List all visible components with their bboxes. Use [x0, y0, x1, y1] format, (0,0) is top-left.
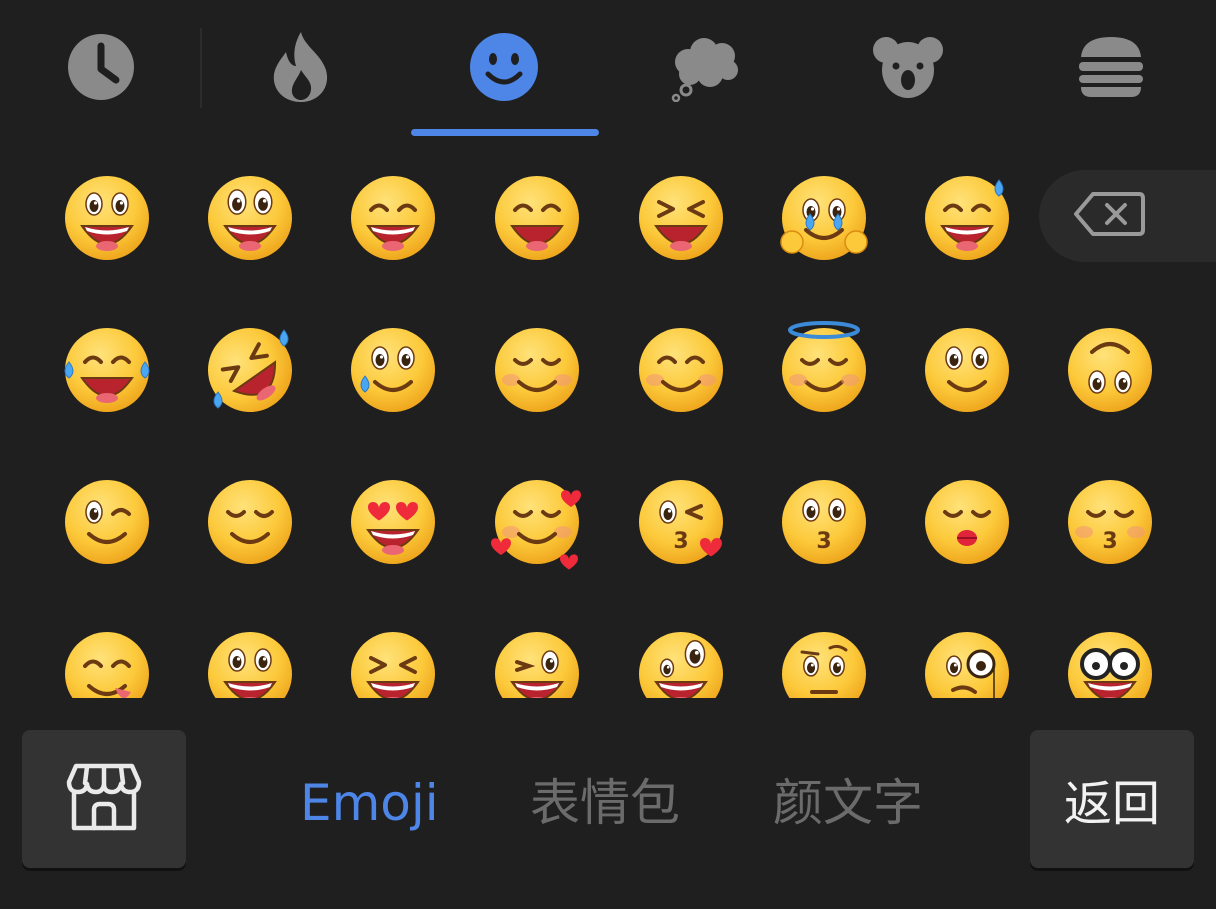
fire-icon[interactable] [264, 30, 338, 104]
emoji-squinting-tongue[interactable] [343, 624, 443, 698]
back-button[interactable]: 返回 [1030, 730, 1194, 868]
category-divider [200, 28, 202, 108]
emoji-smiling-tear[interactable] [343, 320, 443, 420]
store-icon [66, 762, 142, 836]
emoji-laughing-squint[interactable] [631, 168, 731, 268]
svg-text:3: 3 [673, 529, 688, 554]
emoji-smiling-hearts[interactable] [487, 472, 587, 572]
emoji-kissing[interactable]: 3 [774, 472, 874, 572]
koala-icon[interactable] [871, 30, 945, 104]
emoji-relieved[interactable] [200, 472, 300, 572]
tab-emoji[interactable]: Emoji [300, 768, 439, 838]
emoji-zany[interactable] [631, 624, 731, 698]
emoji-kissing-heart[interactable]: 3 [631, 472, 731, 572]
emoji-grid: 3 3 3 [0, 150, 1216, 698]
burger-icon[interactable] [1074, 30, 1148, 104]
emoji-smiling-eyes[interactable] [631, 320, 731, 420]
emoji-grinning-smiling-eyes[interactable] [487, 168, 587, 268]
emoji-upside-down[interactable] [1060, 320, 1160, 420]
emoji-slightly-smiling[interactable] [917, 320, 1017, 420]
tab-sticker-packs[interactable]: 表情包 [530, 768, 680, 838]
active-category-indicator [411, 129, 599, 136]
tab-kaomoji[interactable]: 颜文字 [773, 768, 923, 838]
emoji-grinning-big-eyes[interactable] [57, 168, 157, 268]
emoji-raised-eyebrow[interactable] [774, 624, 874, 698]
emoji-winking[interactable] [57, 472, 157, 572]
emoji-yum[interactable] [57, 624, 157, 698]
emoji-kissing-closed-eyes[interactable]: 3 [1060, 472, 1160, 572]
emoji-halo[interactable] [774, 320, 874, 420]
clock-icon[interactable] [64, 30, 138, 104]
emoji-rolling-on-floor-laughing[interactable] [200, 320, 300, 420]
emoji-kiss-lips[interactable] [917, 472, 1017, 572]
svg-text:3: 3 [816, 529, 831, 554]
emoji-grinning-wide[interactable] [200, 168, 300, 268]
emoji-nerd[interactable] [1060, 624, 1160, 698]
emoji-grinning-sweat[interactable] [917, 168, 1017, 268]
emoji-tears-of-joy[interactable] [57, 320, 157, 420]
svg-text:3: 3 [1102, 529, 1117, 554]
emoji-monocle[interactable] [917, 624, 1017, 698]
thought-bubble-icon[interactable] [668, 30, 742, 104]
backspace-button[interactable] [1039, 170, 1216, 262]
emoji-grinning-tongue[interactable] [200, 624, 300, 698]
emoji-grinning-squint-eyes[interactable] [343, 168, 443, 268]
emoji-heart-eyes[interactable] [343, 472, 443, 572]
emoji-smiling-blush[interactable] [487, 320, 587, 420]
emoji-holding-back-tears[interactable] [774, 168, 874, 268]
backspace-icon [1073, 191, 1145, 241]
store-button[interactable] [22, 730, 186, 868]
smiley-icon[interactable] [467, 30, 541, 104]
bottom-bar: Emoji 表情包 颜文字 返回 [0, 698, 1216, 909]
emoji-category-bar [0, 0, 1216, 140]
emoji-winking-tongue[interactable] [487, 624, 587, 698]
